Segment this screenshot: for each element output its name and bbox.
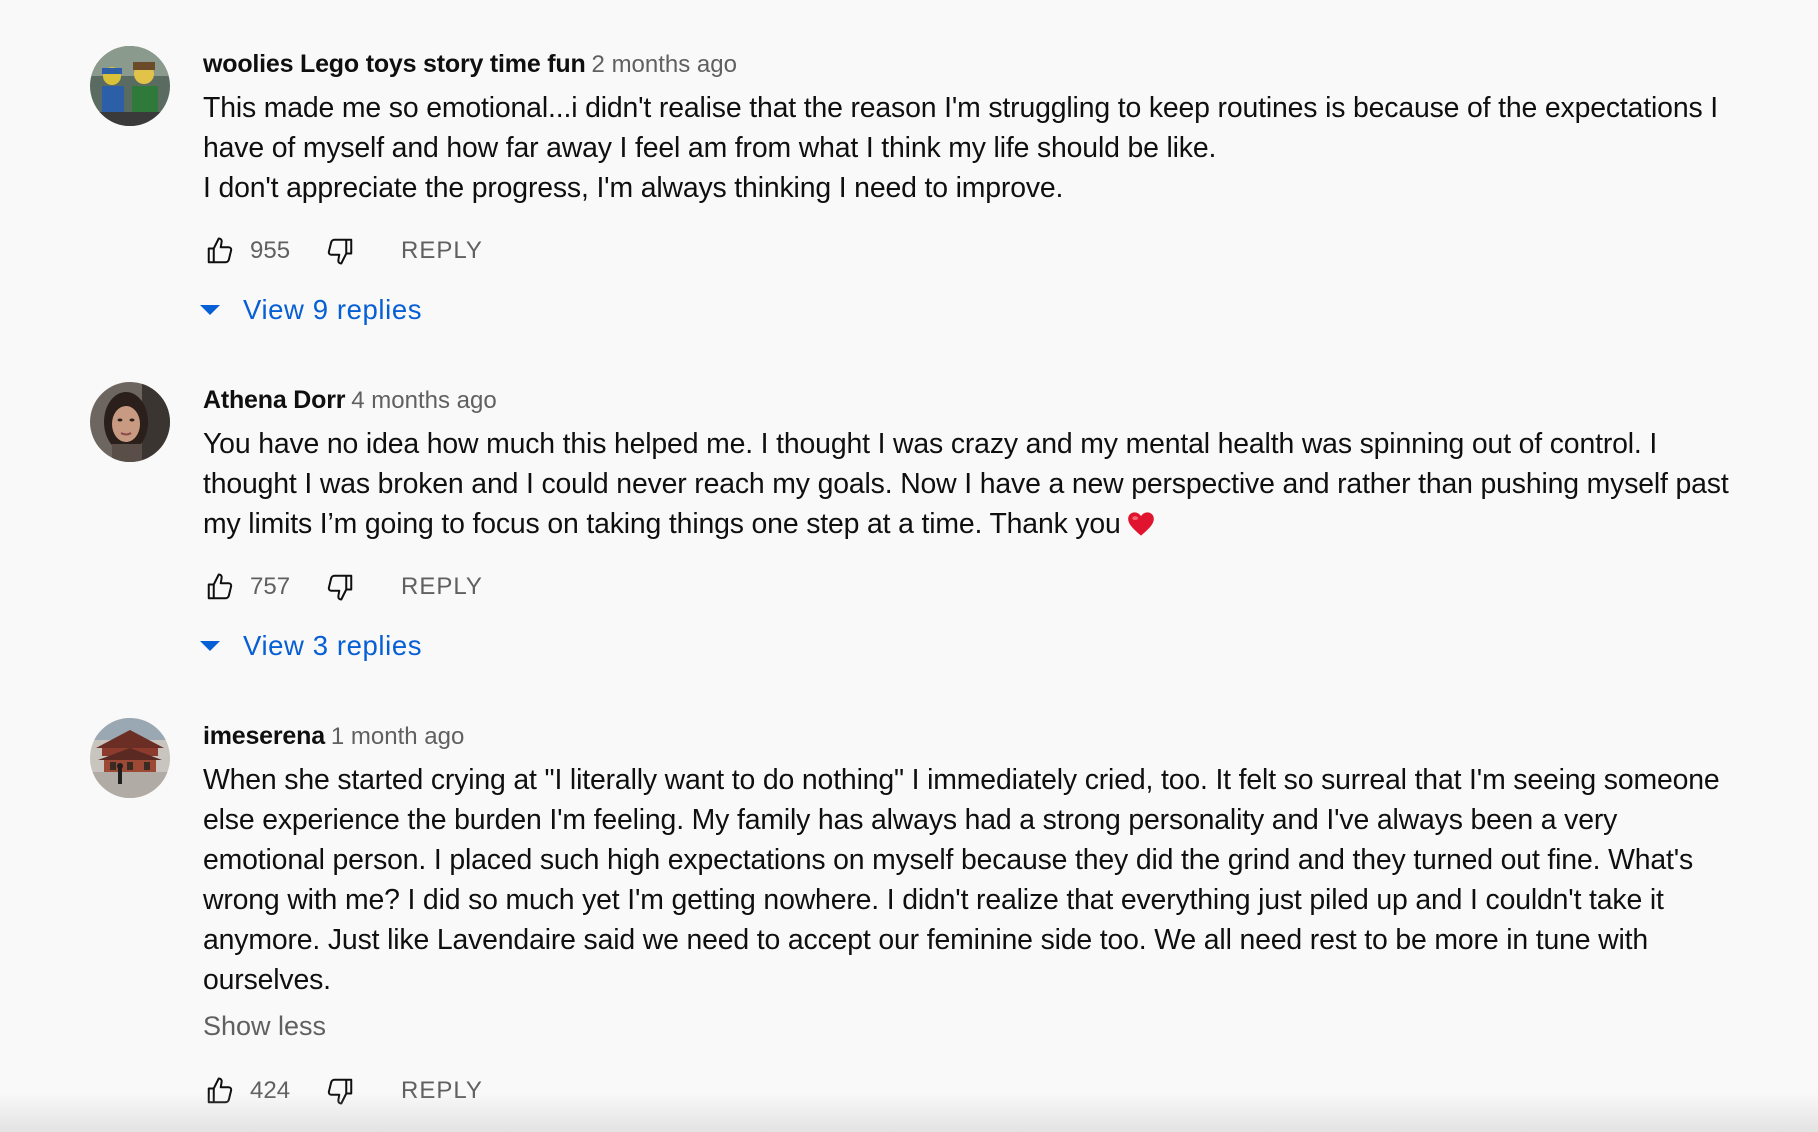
portrait-avatar-icon [90, 382, 170, 462]
comment-text-line: anymore. Just like Lavendaire said we ne… [203, 924, 1649, 956]
comment-text-line: wrong with me? I did so much yet I'm get… [203, 884, 1664, 916]
comment-text-line-with-emoji: my limits I’m going to focus on taking t… [203, 504, 1733, 544]
dislike-button[interactable] [323, 570, 357, 604]
comment-author[interactable]: imeserena [203, 722, 325, 750]
like-count: 424 [250, 1077, 291, 1104]
comment-author[interactable]: woolies Lego toys story time fun [203, 50, 586, 78]
thumbs-down-icon [327, 574, 353, 601]
view-replies-label: View 9 replies [243, 294, 423, 325]
reply-button[interactable]: REPLY [401, 573, 483, 601]
comment-author[interactable]: Athena Dorr [203, 386, 345, 414]
reply-button[interactable]: REPLY [401, 1077, 483, 1105]
caret-down-icon [200, 641, 220, 651]
comment-actions: 955 REPLY [203, 231, 483, 271]
comment-timestamp[interactable]: 1 month ago [331, 723, 464, 750]
like-button[interactable] [203, 234, 237, 268]
caret-down-icon [200, 305, 220, 315]
dislike-button[interactable] [323, 234, 357, 268]
red-heart-emoji-icon [1127, 512, 1154, 536]
like-button[interactable] [203, 1074, 237, 1108]
comment-text: You have no idea how much this helped me… [203, 424, 1733, 544]
comment-text-line: When she started crying at "I literally … [203, 764, 1720, 796]
comment-text: This made me so emotional...i didn't rea… [203, 88, 1733, 208]
temple-photo-avatar-icon [90, 718, 170, 798]
comment-actions: 424 REPLY [203, 1071, 483, 1111]
reply-button[interactable]: REPLY [401, 237, 483, 265]
comment-actions: 757 REPLY [203, 567, 483, 607]
view-replies-label: View 3 replies [243, 630, 423, 661]
comment-text-line: have of myself and how far away I feel a… [203, 132, 1217, 164]
comment-timestamp[interactable]: 2 months ago [592, 51, 737, 78]
dislike-button[interactable] [323, 1074, 357, 1108]
like-count: 757 [250, 573, 291, 600]
thumbs-down-icon [327, 1078, 353, 1105]
comment-text-line: You have no idea how much this helped me… [203, 428, 1658, 460]
comment-text-line: ourselves. [203, 964, 331, 996]
lego-figures-avatar-icon [90, 46, 170, 126]
comment-text-line: thought I was broken and I could never r… [203, 468, 1729, 500]
avatar[interactable] [90, 382, 170, 462]
thumbs-up-icon [207, 573, 233, 600]
comments-section: woolies Lego toys story time fun 2 months… [0, 0, 1818, 1132]
comment-text-line: emotional person. I placed such high exp… [203, 844, 1694, 876]
like-count: 955 [250, 237, 291, 264]
view-replies-button[interactable]: View 9 replies [199, 290, 422, 330]
like-button[interactable] [203, 570, 237, 604]
comment-text-line: my limits I’m going to focus on taking t… [203, 508, 1121, 540]
avatar[interactable] [90, 718, 170, 798]
comment-text-line: This made me so emotional...i didn't rea… [203, 92, 1718, 124]
view-replies-button[interactable]: View 3 replies [199, 626, 422, 666]
show-less-button[interactable]: Show less [203, 1008, 1733, 1044]
avatar[interactable] [90, 46, 170, 126]
thumbs-up-icon [207, 1077, 233, 1104]
thumbs-down-icon [327, 238, 353, 265]
comment-text: When she started crying at "I literally … [203, 760, 1733, 1000]
thumbs-up-icon [207, 237, 233, 264]
comment-text-line: else experience the burden I'm feeling. … [203, 804, 1618, 836]
comment-text-line: I don't appreciate the progress, I'm alw… [203, 172, 1064, 204]
comment-timestamp[interactable]: 4 months ago [351, 387, 496, 414]
